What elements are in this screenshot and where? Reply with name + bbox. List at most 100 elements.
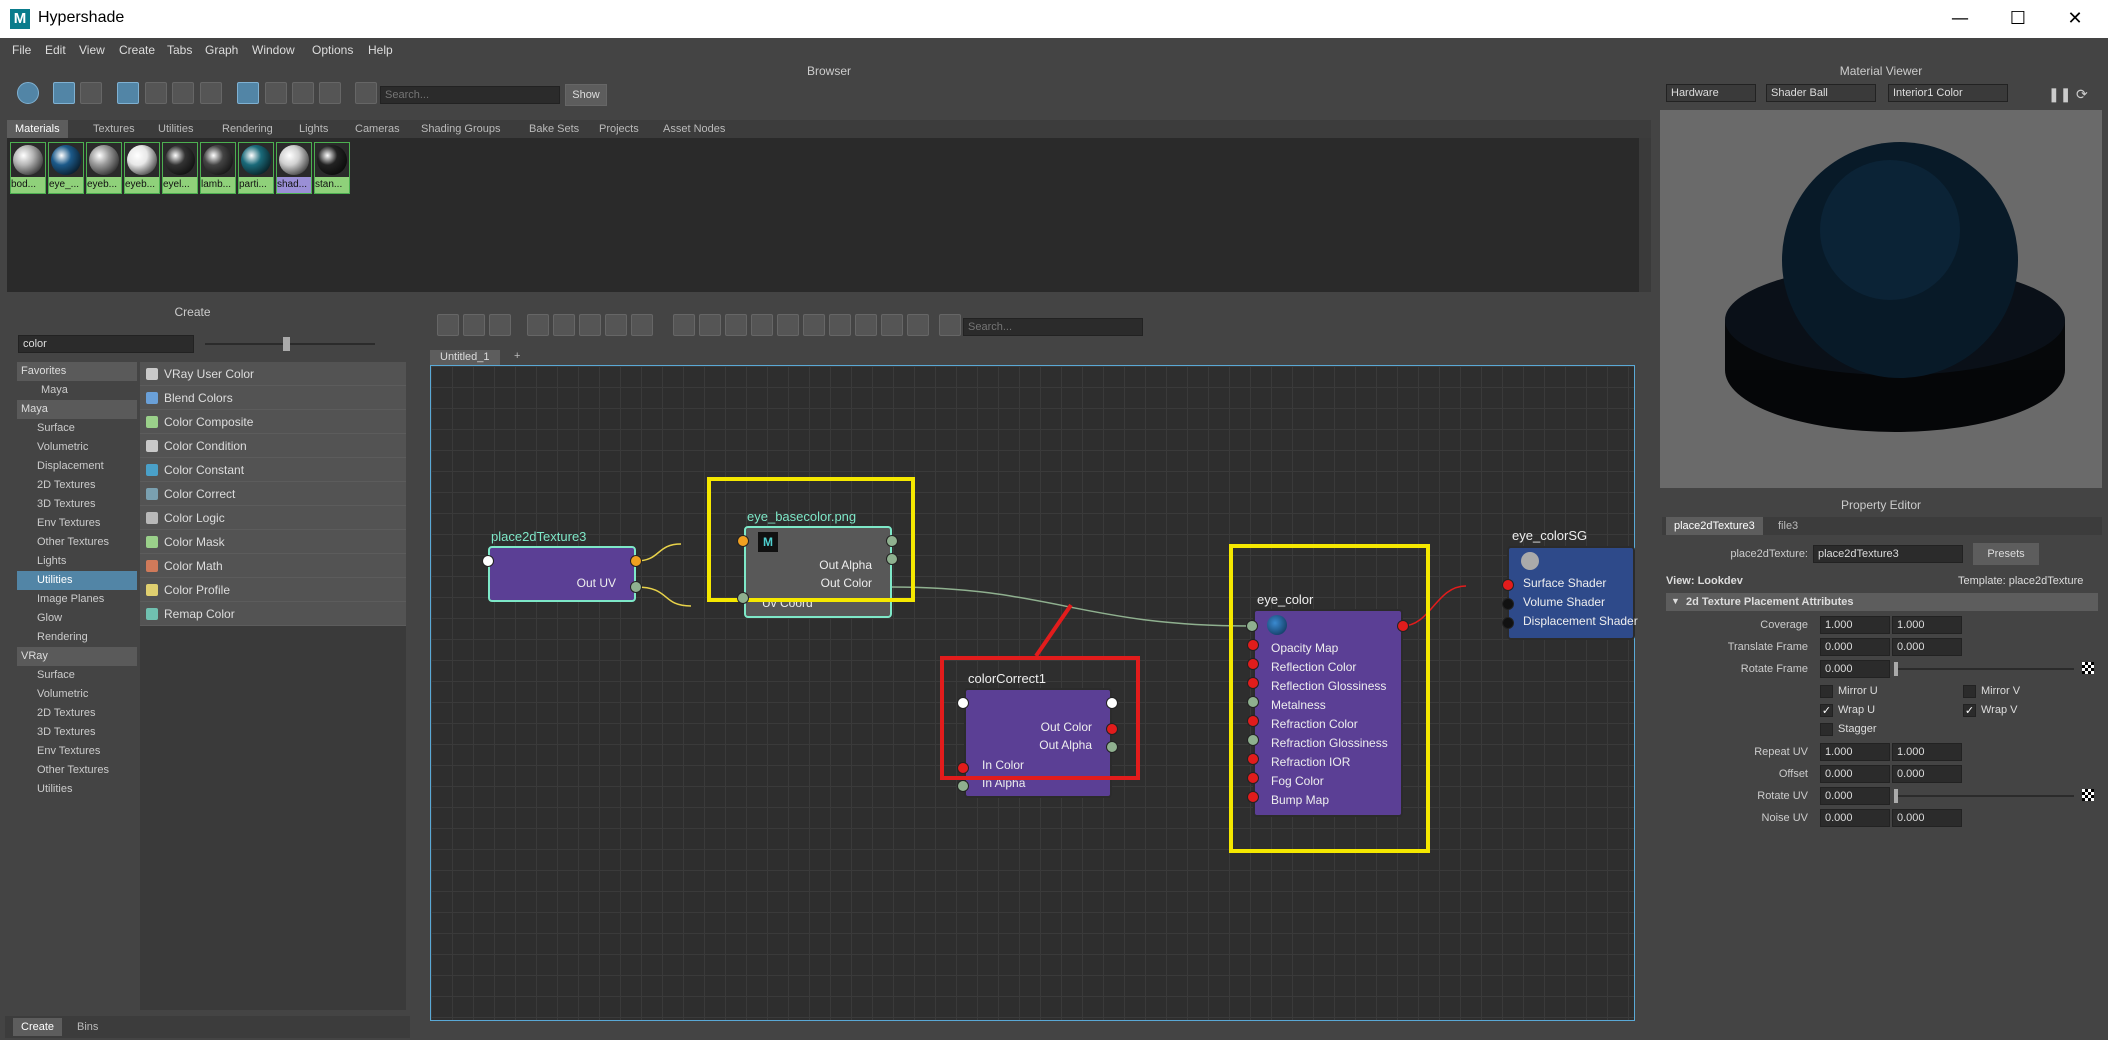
create-category-item[interactable]: Maya (17, 381, 137, 400)
translate-v-field[interactable]: 0.000 (1892, 638, 1962, 656)
search-icon[interactable] (777, 314, 799, 336)
plug-uv-coord[interactable] (737, 592, 749, 604)
create-node-item[interactable]: Color Logic (140, 506, 406, 530)
sort-type-icon[interactable] (265, 82, 287, 104)
view-list-icon[interactable] (80, 82, 102, 104)
create-node-item[interactable]: VRay User Color (140, 362, 406, 386)
minimize-button[interactable]: — (1940, 4, 1980, 34)
plug-in-color[interactable] (957, 762, 969, 774)
repeat-u-field[interactable]: 1.000 (1820, 743, 1890, 761)
menu-edit[interactable]: Edit (45, 43, 66, 57)
plug-material-input[interactable] (1247, 677, 1259, 689)
noise-v-field[interactable]: 0.000 (1892, 809, 1962, 827)
rotate-uv-handle[interactable] (1894, 789, 1898, 803)
coverage-u-field[interactable]: 1.000 (1820, 616, 1890, 634)
menu-file[interactable]: File (12, 43, 31, 57)
plug-out-alpha[interactable] (1106, 741, 1118, 753)
wrap-v-checkbox[interactable]: ✓ (1963, 704, 1976, 717)
create-category-item[interactable]: Other Textures (17, 533, 137, 552)
translate-u-field[interactable]: 0.000 (1820, 638, 1890, 656)
frame-all-icon[interactable] (527, 314, 549, 336)
create-node-item[interactable]: Color Math (140, 554, 406, 578)
icon-size-medium-icon[interactable] (145, 82, 167, 104)
add-tab-button[interactable]: + (514, 350, 520, 362)
tab-textures[interactable]: Textures (85, 120, 143, 138)
layout-icon[interactable] (579, 314, 601, 336)
plug-material-input[interactable] (1247, 658, 1259, 670)
create-node-item[interactable]: Color Condition (140, 434, 406, 458)
material-preview-viewport[interactable] (1660, 110, 2102, 488)
camera-icon[interactable] (907, 314, 929, 336)
connected-mode-icon[interactable] (699, 314, 721, 336)
input-connections-icon[interactable] (437, 314, 459, 336)
material-swatch[interactable]: bod... (10, 142, 46, 194)
rotate-frame-handle[interactable] (1894, 662, 1898, 676)
node-name-field[interactable]: place2dTexture3 (1813, 545, 1963, 563)
io-connections-icon[interactable] (463, 314, 485, 336)
create-node-item[interactable]: Remap Color (140, 602, 406, 626)
plug-displacement-shader[interactable] (1502, 617, 1514, 629)
material-swatch[interactable]: eyel... (162, 142, 198, 194)
section-header[interactable]: 2d Texture Placement Attributes (1666, 593, 2098, 611)
presets-button[interactable]: Presets (1973, 543, 2039, 565)
create-category-item[interactable]: Image Planes (17, 590, 137, 609)
collapse-arrow-icon[interactable]: ▼ (1671, 596, 1680, 606)
toggle-on-icon[interactable] (17, 82, 39, 104)
plug-material-input[interactable] (1247, 715, 1259, 727)
coverage-v-field[interactable]: 1.000 (1892, 616, 1962, 634)
create-filter-input[interactable] (18, 335, 194, 353)
tab-shading-groups[interactable]: Shading Groups (413, 120, 509, 138)
tab-lights[interactable]: Lights (291, 120, 336, 138)
bookmark-icon[interactable] (939, 314, 961, 336)
close-button[interactable]: ✕ (2055, 4, 2095, 34)
create-node-item[interactable]: Color Composite (140, 410, 406, 434)
sort-alpha-icon[interactable] (237, 82, 259, 104)
output-connections-icon[interactable] (489, 314, 511, 336)
icon-size-large-icon[interactable] (172, 82, 194, 104)
tab-create[interactable]: Create (13, 1018, 63, 1036)
create-category-item[interactable]: 3D Textures (17, 723, 137, 742)
create-node-item[interactable]: Color Mask (140, 530, 406, 554)
show-button[interactable]: Show (565, 84, 607, 106)
tab-place2dtexture3[interactable]: place2dTexture3 (1666, 517, 1763, 535)
tab-projects[interactable]: Projects (591, 120, 647, 138)
tab-rendering[interactable]: Rendering (214, 120, 281, 138)
mirror-v-checkbox[interactable] (1963, 685, 1976, 698)
create-category-item[interactable]: Other Textures (17, 761, 137, 780)
create-category-item[interactable]: 2D Textures (17, 704, 137, 723)
menu-view[interactable]: View (79, 43, 105, 57)
rotate-frame-field[interactable]: 0.000 (1820, 660, 1890, 678)
tab-utilities[interactable]: Utilities (150, 120, 201, 138)
material-swatch[interactable]: parti... (238, 142, 274, 194)
create-category-item[interactable]: Utilities (17, 571, 137, 590)
plug-material-input[interactable] (1247, 639, 1259, 651)
plug-input[interactable] (482, 555, 494, 567)
renderer-select[interactable]: Hardware (1666, 84, 1756, 102)
create-category-item[interactable]: Glow (17, 609, 137, 628)
create-category-item[interactable]: Env Textures (17, 514, 137, 533)
create-category-item[interactable]: Env Textures (17, 742, 137, 761)
create-category-item[interactable]: 3D Textures (17, 495, 137, 514)
browser-scrollbar[interactable] (1639, 138, 1651, 292)
create-category-item[interactable]: 2D Textures (17, 476, 137, 495)
menu-graph[interactable]: Graph (205, 43, 238, 57)
pause-icon[interactable]: ❚❚ (2048, 86, 2071, 103)
view-icons-icon[interactable] (53, 82, 75, 104)
icon-size-small-icon[interactable] (117, 82, 139, 104)
create-category-item[interactable]: Surface (17, 419, 137, 438)
node-graph-canvas[interactable]: place2dTexture3 Out UV eye_basecolor.png… (430, 365, 1638, 1021)
graph-search-input[interactable] (963, 318, 1143, 336)
plug-material-input[interactable] (1247, 696, 1259, 708)
plug-out-alpha[interactable] (886, 553, 898, 565)
plug-out-uv[interactable] (630, 581, 642, 593)
node-place2dtexture[interactable]: Out UV (488, 546, 636, 602)
simple-mode-icon[interactable] (673, 314, 695, 336)
shape-select[interactable]: Shader Ball (1766, 84, 1876, 102)
offset-v-field[interactable]: 0.000 (1892, 765, 1962, 783)
plug-surface-shader[interactable] (1502, 579, 1514, 591)
create-category-item[interactable]: Displacement (17, 457, 137, 476)
graph-clear-icon[interactable] (631, 314, 653, 336)
create-node-item[interactable]: Blend Colors (140, 386, 406, 410)
full-mode-icon[interactable] (725, 314, 747, 336)
create-category-item[interactable]: Lights (17, 552, 137, 571)
